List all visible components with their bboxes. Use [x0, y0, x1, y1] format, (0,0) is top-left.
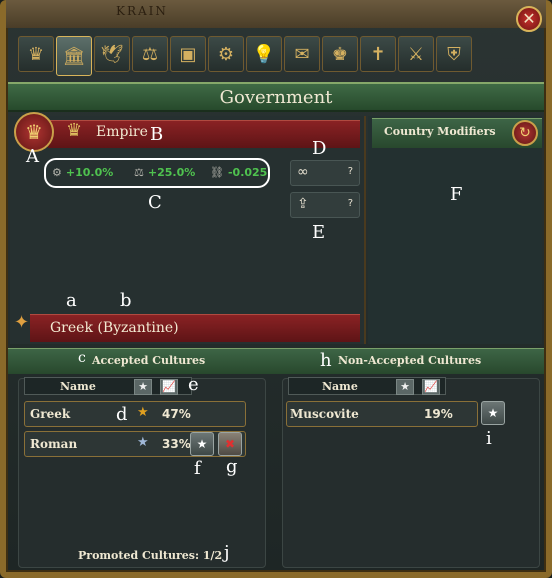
annotation-j: j [224, 542, 230, 563]
accepted-cultures-label: Accepted Cultures [92, 354, 206, 367]
country-modifiers-panel [368, 116, 542, 344]
annotation-g: g [226, 456, 238, 477]
crown-flag-icon: ♚ [331, 43, 349, 65]
cross-icon: ✖ [224, 437, 236, 451]
column-name[interactable]: Name [322, 380, 358, 393]
annotation-B: B [150, 124, 164, 145]
country-modifiers-label: Country Modifiers [384, 125, 496, 138]
star-hammer-icon: ★ [196, 437, 208, 451]
crate-icon: ▣ [179, 43, 197, 65]
tab-military[interactable]: ⚔ [398, 36, 434, 72]
map-strip: KRAIN [6, 0, 546, 28]
tab-crate[interactable]: ▣ [170, 36, 206, 72]
page-title: Government [8, 82, 544, 112]
non-accepted-cultures-label: Non-Accepted Cultures [338, 354, 482, 367]
annotation-d: d [116, 404, 128, 425]
country-modifiers-button[interactable]: ↻ [512, 120, 538, 146]
culture-name: Muscovite [290, 407, 359, 421]
annotation-E: E [312, 222, 326, 243]
stairs-icon: ⇪ [297, 196, 309, 212]
crown-icon: ♛ [27, 43, 45, 65]
stat-value: -0.025 [227, 166, 268, 179]
stat-value: +10.0% [65, 166, 114, 179]
dove-icon: 🕊 [100, 43, 124, 65]
scroll-icon: ✉ [294, 43, 310, 65]
annotation-i: i [486, 428, 492, 449]
tab-crown-flag[interactable]: ♚ [322, 36, 358, 72]
tab-government-building[interactable]: 🏛 [56, 36, 92, 76]
tab-dove[interactable]: 🕊 [94, 36, 130, 72]
chain-icon: ⛓ [210, 166, 224, 179]
culture-name: Roman [30, 437, 78, 451]
primary-culture-name: Greek (Byzantine) [50, 320, 179, 336]
star-icon: ★ [137, 435, 149, 450]
chart-icon[interactable]: 📈 [160, 379, 178, 395]
tab-shield[interactable]: ⛨ [436, 36, 472, 72]
chart-icon[interactable]: 📈 [422, 379, 440, 395]
tab-cross[interactable]: ✝ [360, 36, 396, 72]
tab-row: ♛ 🏛 🕊 ⚖ ▣ ⚙ 💡 ✉ ♚ ✝ ⚔ ⛨ [18, 36, 534, 76]
military-icon: ⚔ [407, 43, 425, 65]
culture-icon: ✦ [14, 312, 30, 333]
annotation-c: c [78, 350, 86, 366]
culture-percent: 19% [424, 407, 453, 421]
link-icon: ∞ [297, 164, 309, 180]
annotation-h: h [320, 350, 332, 371]
tab-gear[interactable]: ⚙ [208, 36, 244, 72]
trade-goods-icon: ⚖ [141, 43, 159, 65]
star-hammer-icon: ★ [487, 406, 499, 420]
stat-admin: ⚙ +10.0% [52, 166, 113, 179]
map-label: KRAIN [116, 4, 168, 18]
promote-culture-button[interactable]: ★ [481, 401, 505, 425]
annotation-F: F [450, 184, 463, 205]
cross-icon: ✝ [370, 43, 386, 65]
column-name[interactable]: Name [60, 380, 96, 393]
mechanic-button-2[interactable]: ⇪? [290, 192, 360, 218]
gear-icon: ⚙ [217, 43, 235, 65]
crown-icon: ♛ [66, 120, 83, 141]
culture-percent: 47% [162, 407, 191, 421]
annotation-b: b [120, 290, 132, 311]
star-icon: ★ [137, 405, 149, 420]
lightbulb-icon: 💡 [252, 43, 276, 65]
stat-value: +25.0% [147, 166, 196, 179]
shield-icon: ⛨ [447, 43, 461, 65]
star-icon[interactable]: ★ [396, 379, 414, 395]
tab-trade-goods[interactable]: ⚖ [132, 36, 168, 72]
tab-crown[interactable]: ♛ [18, 36, 54, 72]
annotation-D: D [312, 138, 327, 159]
annotation-a: a [66, 290, 77, 311]
mechanic-button-1[interactable]: ∞? [290, 160, 360, 186]
star-icon[interactable]: ★ [134, 379, 152, 395]
government-building-icon: 🏛 [62, 45, 86, 67]
remove-culture-button[interactable]: ✖ [218, 432, 242, 456]
government-rank-name: Empire [96, 124, 148, 140]
annotation-C: C [148, 192, 162, 213]
promote-culture-button[interactable]: ★ [190, 432, 214, 456]
crown-badge-icon: ♛ [25, 120, 43, 144]
culture-percent: 33% [162, 437, 191, 451]
annotation-A: A [26, 146, 39, 167]
close-button[interactable]: ✕ [516, 6, 542, 32]
coins-icon: ⚖ [134, 166, 144, 179]
promoted-cultures-count: Promoted Cultures: 1/2 [78, 549, 223, 562]
culture-name: Greek [30, 407, 71, 421]
annotation-f: f [194, 458, 201, 479]
admin-icon: ⚙ [52, 166, 62, 179]
annotation-e: e [188, 374, 199, 395]
stat-chain: ⛓ -0.025 [210, 166, 267, 179]
stat-coins: ⚖ +25.0% [134, 166, 195, 179]
help-icon: ? [347, 166, 353, 177]
tab-scroll[interactable]: ✉ [284, 36, 320, 72]
tab-lightbulb[interactable]: 💡 [246, 36, 282, 72]
help-icon: ? [347, 198, 353, 209]
